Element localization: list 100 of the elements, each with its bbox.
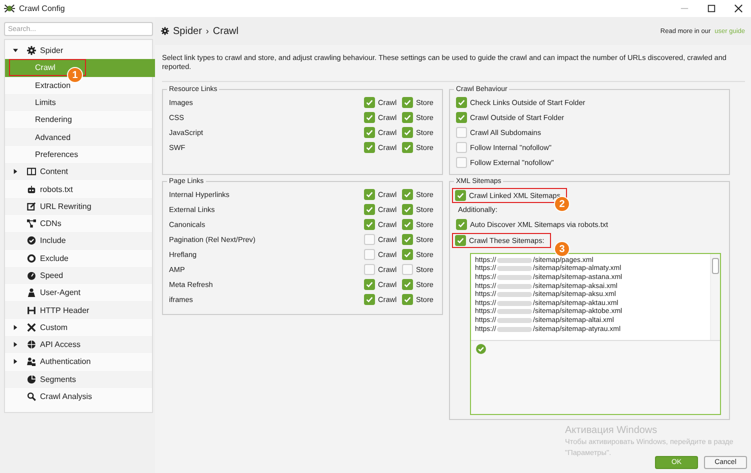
- checkbox[interactable]: [402, 112, 413, 123]
- checkbox[interactable]: [364, 264, 375, 275]
- checkbox[interactable]: [456, 112, 467, 123]
- maximize-icon[interactable]: [707, 4, 716, 13]
- tree-item[interactable]: Spider: [5, 42, 152, 60]
- redacted-domain: [497, 318, 532, 323]
- annotation-badge: 3: [554, 241, 570, 257]
- tree-item-label: Spider: [40, 46, 64, 56]
- tree-item[interactable]: Content: [5, 163, 152, 180]
- checkbox[interactable]: [456, 157, 467, 168]
- checkbox[interactable]: [402, 294, 413, 305]
- checkbox[interactable]: [364, 294, 375, 305]
- checkbox[interactable]: [456, 97, 467, 108]
- pie-chart-icon: [27, 374, 36, 384]
- person-icon: [27, 288, 36, 298]
- tree-item[interactable]: Limits: [5, 94, 152, 112]
- edit-icon: [27, 202, 36, 211]
- heading-icon: [27, 306, 36, 315]
- redacted-domain: [497, 274, 532, 280]
- checkbox[interactable]: [456, 127, 467, 138]
- tree-item[interactable]: CDNs: [5, 214, 152, 232]
- tree-item-label: Limits: [34, 97, 57, 110]
- expand-arrow-icon[interactable]: [13, 342, 18, 348]
- redacted-domain: [497, 326, 532, 332]
- expand-arrow-icon[interactable]: [13, 48, 18, 54]
- checkbox[interactable]: [456, 142, 467, 153]
- search-icon: [27, 392, 36, 402]
- tree-item-label: CDNs: [40, 219, 62, 228]
- checkbox[interactable]: [364, 279, 375, 290]
- checkbox[interactable]: [364, 189, 375, 200]
- checkbox[interactable]: [455, 234, 466, 246]
- checkbox[interactable]: [402, 234, 413, 245]
- tree-item-label: Advanced: [34, 132, 72, 144]
- gauge-icon: [27, 271, 36, 280]
- tree-item[interactable]: Segments: [5, 370, 152, 388]
- tree-item-label: User-Agent: [40, 288, 80, 298]
- checkbox[interactable]: [402, 97, 413, 108]
- tree-item-label: API Access: [40, 340, 80, 350]
- scrollbar[interactable]: [710, 254, 720, 340]
- ring-icon: [27, 254, 36, 263]
- checkbox[interactable]: [364, 249, 375, 260]
- columns-icon: [27, 167, 36, 176]
- checkbox[interactable]: [455, 190, 466, 200]
- checkbox[interactable]: [364, 234, 375, 245]
- robot-icon: [27, 184, 36, 194]
- checkbox[interactable]: [402, 264, 413, 275]
- checkbox[interactable]: [402, 142, 413, 153]
- window-title: Crawl Config: [19, 4, 65, 13]
- tree-item-label: Crawl Analysis: [40, 392, 92, 402]
- tree-item[interactable]: robots.txt: [5, 180, 152, 198]
- tree-item-label: Authentication: [40, 357, 91, 366]
- redacted-domain: [497, 266, 532, 272]
- checkbox[interactable]: [402, 279, 413, 290]
- tree-item[interactable]: Crawl Analysis: [5, 388, 152, 406]
- tree-item[interactable]: HTTP Header: [5, 301, 152, 319]
- checkbox[interactable]: [402, 204, 413, 215]
- tree-item[interactable]: API Access: [5, 336, 152, 354]
- checkbox[interactable]: [402, 219, 413, 230]
- gear-icon: [161, 27, 169, 35]
- tree-item-label: HTTP Header: [40, 306, 90, 315]
- tree-item[interactable]: Preferences: [5, 146, 152, 164]
- tree-item-label: URL Rewriting: [40, 202, 92, 211]
- checkbox[interactable]: [364, 142, 375, 153]
- tree-item[interactable]: Advanced: [5, 128, 152, 146]
- breadcrumb-separator: ›: [206, 26, 209, 36]
- expand-arrow-icon[interactable]: [13, 359, 18, 364]
- checkbox[interactable]: [402, 127, 413, 138]
- tree-item-label: Segments: [40, 374, 76, 384]
- tree-item-label: Custom: [40, 322, 68, 332]
- activation-notice-title: Активация Windows: [565, 425, 658, 436]
- checkbox[interactable]: [364, 204, 375, 215]
- checkbox[interactable]: [364, 112, 375, 123]
- tree-item[interactable]: Rendering: [5, 111, 152, 128]
- breadcrumb-item: Crawl: [212, 26, 238, 36]
- tree-item-label: Exclude: [40, 254, 68, 263]
- tree-item[interactable]: URL Rewriting: [5, 198, 152, 215]
- checkbox[interactable]: [364, 127, 375, 138]
- annotation-badge: 1: [67, 67, 83, 84]
- expand-arrow-icon[interactable]: [13, 169, 18, 174]
- close-icon[interactable]: [734, 4, 743, 13]
- tree-item[interactable]: User-Agent: [5, 284, 152, 302]
- tree-item[interactable]: Authentication: [5, 353, 152, 371]
- checkbox[interactable]: [364, 97, 375, 108]
- tree-item[interactable]: Custom: [5, 318, 152, 336]
- checkbox[interactable]: [402, 189, 413, 200]
- gear-icon: [27, 46, 36, 56]
- checkbox[interactable]: [364, 219, 375, 230]
- tree-item-label: robots.txt: [40, 184, 73, 194]
- redacted-domain: [497, 258, 532, 263]
- tree-item-label: Include: [40, 236, 66, 246]
- expand-arrow-icon[interactable]: [13, 324, 18, 330]
- checkbox[interactable]: [402, 249, 413, 260]
- checkbox[interactable]: [456, 218, 467, 230]
- redacted-domain: [497, 309, 532, 314]
- tree-item-label: Preferences: [34, 148, 80, 161]
- tools-icon: [27, 322, 36, 332]
- tree-item[interactable]: Speed: [5, 266, 152, 284]
- sitemap-list-field[interactable]: [470, 253, 721, 415]
- tree-item[interactable]: Exclude: [5, 250, 152, 267]
- tree-item[interactable]: Include: [5, 232, 152, 250]
